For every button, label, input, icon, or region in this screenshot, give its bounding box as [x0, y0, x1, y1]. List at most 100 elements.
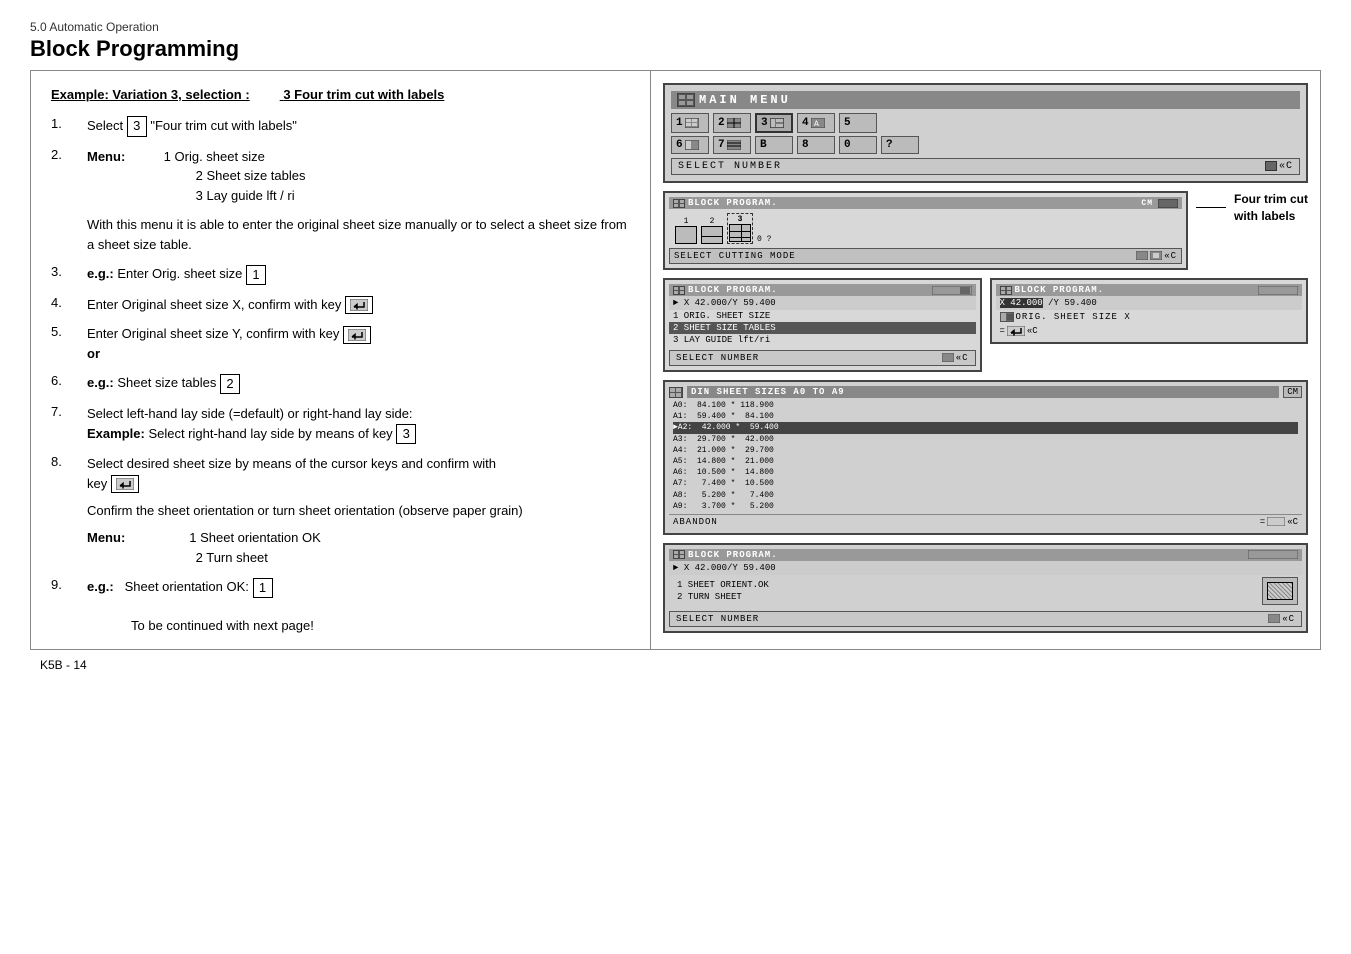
cut-num-3: 3 [738, 215, 743, 224]
cut-box-1 [675, 226, 697, 244]
menu-btn-8: 8 [797, 136, 835, 154]
select-number-bar-1: SELECT NUMBER «C [671, 158, 1300, 175]
cutting-diagram-area: 1 2 3 [669, 209, 1182, 248]
step-content-6: e.g.: Sheet size tables 2 [87, 373, 630, 394]
or-text: or [87, 346, 100, 361]
annotation-line [1196, 207, 1226, 208]
step-6: 6. e.g.: Sheet size tables 2 [51, 373, 630, 394]
bp-unit: CM [1141, 199, 1153, 208]
right-panel: MAIN MENU 1 2 3 [651, 71, 1320, 649]
menu-item-1: 1 Orig. sheet size [146, 149, 265, 164]
step-num-1: 1. [51, 116, 87, 131]
menu-row-1: 1 2 3 4 A [671, 113, 1300, 133]
orient-diagram [1262, 577, 1298, 605]
din-row-a8: A8: 5.200 * 7.400 [673, 490, 1298, 501]
cut-num-0: 0 ? [757, 235, 771, 244]
cut-num-2: 2 [710, 217, 715, 226]
step-num-8: 8. [51, 454, 87, 469]
step-9: 9. e.g.: Sheet orientation OK: 1 [51, 577, 630, 598]
step-content-4: Enter Original sheet size X, confirm wit… [87, 295, 630, 315]
abandon-c: «C [1287, 517, 1298, 527]
svg-text:A: A [814, 120, 819, 128]
left-panel: Example: Variation 3, selection : 3 Four… [31, 71, 651, 649]
abandon-bar: ABANDON = «C [669, 514, 1302, 529]
din-row-a7: A7: 7.400 * 10.500 [673, 478, 1298, 489]
bar-icon-1 [1265, 161, 1277, 171]
bp-orig-x: BLOCK PROGRAM. X 42.000 /Y 59.400 ORIG. … [990, 278, 1309, 372]
orient-coord-text: X 42.000/Y 59.400 [684, 563, 776, 573]
step-1: 1. Select 3 "Four trim cut with labels" [51, 116, 630, 137]
step-2: 2. Menu: 1 Orig. sheet size 2 Sheet size… [51, 147, 630, 206]
bp-screen-orig: BLOCK PROGRAM. X 42.000 /Y 59.400 ORIG. … [990, 278, 1309, 344]
cutting-c-text: «C [1164, 251, 1177, 261]
menu-btn-5: 5 [839, 113, 877, 133]
eg-box-9: 1 [253, 578, 273, 598]
orig-c-text: «C [1027, 326, 1038, 336]
four-trim-label: Four trim cutwith labels [1230, 191, 1308, 225]
orig-size-x-input: = «C [996, 324, 1303, 338]
step-7: 7. Select left-hand lay side (=default) … [51, 404, 630, 444]
orient-hatch [1267, 582, 1293, 600]
coord-arrow: ► [673, 298, 678, 308]
step5-text: Enter Original sheet size Y, confirm wit… [87, 326, 343, 341]
menu-btn-0: 0 [839, 136, 877, 154]
bp-title-orig: BLOCK PROGRAM. [1015, 285, 1105, 295]
din-table: A0: 84.100 * 118.900 A1: 59.400 * 84.100… [669, 398, 1302, 514]
select-desc: "Four trim cut with labels" [150, 118, 297, 133]
bp-header-1: BLOCK PROGRAM. CM [669, 197, 1182, 209]
din-row-a0: A0: 84.100 * 118.900 [673, 400, 1298, 411]
sheet-menu-item-1: 1 ORIG. SHEET SIZE [669, 310, 976, 322]
bar-c-text: «C [1279, 161, 1293, 172]
example-title: Example: Variation 3, selection : 3 Four… [51, 87, 630, 102]
step4-text: Enter Original sheet size X, confirm wit… [87, 297, 345, 312]
step-num-4: 4. [51, 295, 87, 310]
confirm-text: Confirm the sheet orientation or turn sh… [87, 503, 630, 518]
cut-num-1: 1 [684, 217, 689, 226]
step-num-5: 5. [51, 324, 87, 339]
cut-option-2: 2 [701, 217, 723, 244]
bp-coord-1: ► X 42.000/Y 59.400 [669, 296, 976, 310]
bp-header-orig: BLOCK PROGRAM. [996, 284, 1303, 296]
orient-select-text: SELECT NUMBER [676, 614, 759, 624]
cutting-bar-icons: «C [1136, 251, 1177, 261]
continued-text: To be continued with next page! [131, 618, 630, 633]
four-trim-annotation: Four trim cutwith labels [1196, 191, 1308, 225]
eg-text-3: Enter Orig. sheet size [117, 266, 246, 281]
menu-label-2: Menu: [87, 147, 142, 167]
cut-box-3 [729, 224, 751, 242]
four-trim-line: Four trim cutwith labels [1196, 191, 1308, 225]
menu-btn-1: 1 [671, 113, 709, 133]
din-header-row: DIN SHEET SIZES A0 TO A9 CM [669, 386, 1302, 398]
eg-text-6: Sheet size tables [117, 375, 220, 390]
coord-text-1: X 42.000/Y 59.400 [684, 298, 776, 308]
step-content-9: e.g.: Sheet orientation OK: 1 [87, 577, 630, 598]
orient-menu: 1 SHEET ORIENT.OK 2 TURN SHEET [673, 579, 1256, 603]
bp-screen-1: BLOCK PROGRAM. CM 1 [663, 191, 1188, 270]
select-number-text-1: SELECT NUMBER [678, 161, 782, 172]
step-num-7: 7. [51, 404, 87, 419]
key-text-8: key [87, 476, 111, 491]
main-menu-screen: MAIN MENU 1 2 3 [663, 83, 1308, 183]
sheet-menu-item-2: 2 SHEET SIZE TABLES [669, 322, 976, 334]
din-row-a5: A5: 14.800 * 21.000 [673, 456, 1298, 467]
bar-right-1: «C [1265, 161, 1293, 172]
menu-btn-3: 3 [755, 113, 793, 133]
step7-example: Select right-hand lay side by means of k… [148, 426, 396, 441]
cutting-mode-row: BLOCK PROGRAM. CM 1 [663, 191, 1308, 270]
menu-row-2: 6 7 B 8 0 [671, 136, 1300, 154]
bp-sheet-menu: BLOCK PROGRAM. ► X 42.000/Y 59.400 1 ORI… [663, 278, 982, 372]
step-content-7: Select left-hand lay side (=default) or … [87, 404, 630, 444]
example-title-left: Example: Variation 3, selection : [51, 87, 250, 102]
step-4: 4. Enter Original sheet size X, confirm … [51, 295, 630, 315]
step-num-3: 3. [51, 264, 87, 279]
select-label: Select [87, 118, 127, 133]
orient-screen: BLOCK PROGRAM. ► X 42.000/Y 59.400 1 SHE… [663, 543, 1308, 633]
menu2-item-1: 1 Sheet orientation OK [189, 530, 321, 545]
orient-bp-title: BLOCK PROGRAM. [688, 550, 778, 560]
select-number-bar-sheet: SELECT NUMBER «C [669, 350, 976, 366]
orient-item-1: 1 SHEET ORIENT.OK [673, 579, 1256, 591]
orient-coord: ► X 42.000/Y 59.400 [669, 561, 1302, 575]
select-number-sheet: SELECT NUMBER [676, 353, 759, 363]
din-title: DIN SHEET SIZES A0 TO A9 [691, 387, 845, 397]
step-content-8: Select desired sheet size by means of th… [87, 454, 630, 493]
